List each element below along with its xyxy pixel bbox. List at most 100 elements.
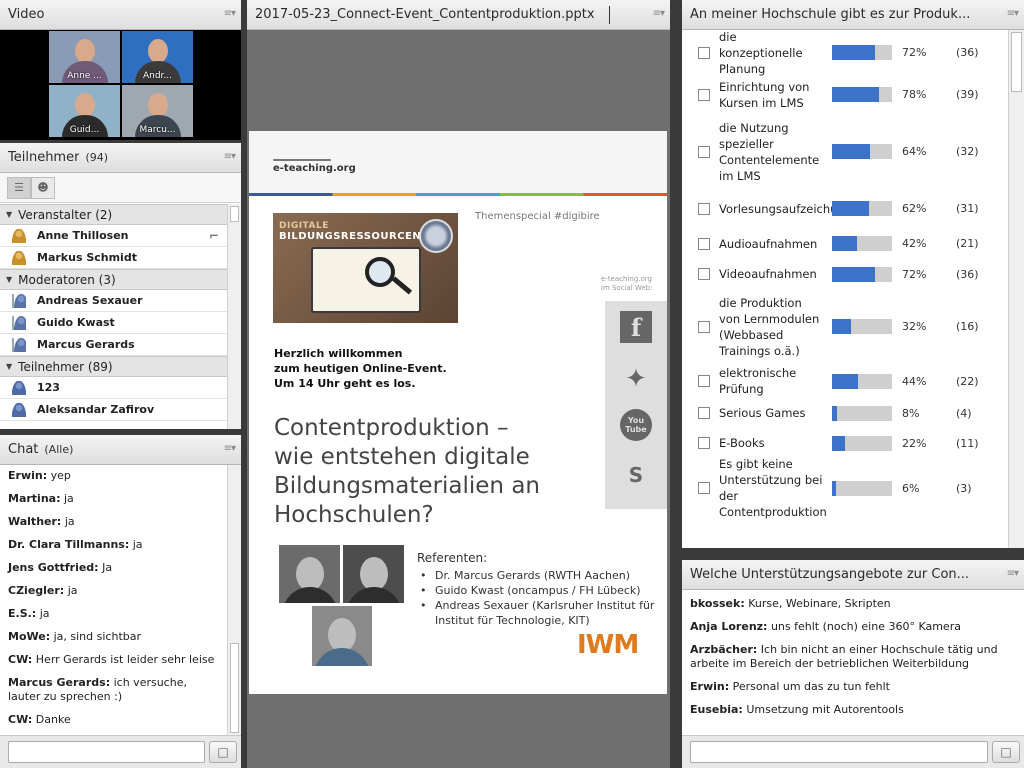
qa-chat-pod-title: Welche Unterstützungsangebote zur Con...	[690, 567, 970, 582]
answer-label: Vorlesungsaufzeichungen	[719, 201, 867, 216]
chat-message: Dr. Clara Tillmanns: ja	[8, 538, 227, 552]
attendees-pod-menu-icon[interactable]: ≡▾	[213, 151, 236, 165]
referents-title: Referenten:	[417, 551, 488, 565]
attendee-row[interactable]: Anne Thillosen ⌐	[0, 225, 227, 247]
status-view-icon[interactable]: ☻	[31, 176, 55, 199]
video-participant-name: Andr...	[142, 71, 173, 81]
chat-text: Umsetzung mit Autorentools	[746, 703, 904, 716]
poll-answer-row: Audioaufnahmen 42% (21)	[682, 228, 1008, 259]
qa-chat-messages: bkossek: Kurse, Webinare, Skripten Anja L…	[682, 590, 1024, 735]
answer-checkbox[interactable]	[698, 437, 710, 449]
chat-text: ja	[132, 538, 143, 551]
result-percent: 42%	[902, 237, 927, 250]
chat-text: ja	[67, 584, 78, 597]
chat-author: MoWe:	[8, 630, 51, 643]
poll-scrollbar[interactable]	[1008, 30, 1024, 548]
attendees-list: ▼ Veranstalter (2) Anne Thillosen ⌐ Markus S…	[0, 204, 227, 429]
attendee-row[interactable]: Marcus Gerards	[0, 334, 227, 356]
chat-scrollbar[interactable]	[227, 465, 241, 735]
answer-label: Serious Games	[719, 406, 806, 420]
host-icon	[12, 228, 26, 243]
video-tile[interactable]: Anne ...	[49, 31, 120, 83]
chat-author: CW:	[8, 713, 33, 726]
answer-checkbox[interactable]	[698, 145, 710, 158]
attendee-group-label: Moderatoren (3)	[18, 272, 116, 287]
video-participant-name: Anne ...	[67, 71, 102, 81]
attendee-row[interactable]: Markus Schmidt	[0, 247, 227, 269]
answer-checkbox[interactable]	[698, 320, 710, 333]
poll-answer-row: E-Books 22% (11)	[682, 428, 1008, 458]
slide-color-stripe	[249, 193, 667, 196]
slide-logo: e-teaching.org	[273, 163, 356, 174]
result-count: (32)	[956, 145, 979, 158]
qa-chat-pod-menu-icon[interactable]: ≡▾	[996, 568, 1019, 582]
chat-message: Martina: ja	[8, 492, 227, 506]
video-tile[interactable]: Guid...	[49, 85, 120, 137]
chat-author: Eusebia:	[690, 703, 743, 716]
result-bar	[832, 45, 892, 60]
attendee-name: Guido Kwast	[37, 316, 115, 329]
chat-pod-menu-icon[interactable]: ≡▾	[213, 443, 236, 457]
send-message-button[interactable]: □	[209, 741, 237, 763]
answer-checkbox[interactable]	[698, 88, 710, 101]
video-pod-menu-icon[interactable]: ≡▾	[213, 8, 236, 22]
result-count: (39)	[956, 88, 979, 101]
poll-answer-row: Es gibt keine Unterstützung bei der Cont…	[682, 457, 1008, 519]
host-icon	[12, 250, 26, 265]
attendee-row[interactable]: Guido Kwast	[0, 312, 227, 334]
header-divider	[608, 5, 610, 24]
answer-checkbox[interactable]	[698, 407, 710, 419]
qa-chat-message: bkossek: Kurse, Webinare, Skripten	[690, 597, 1016, 611]
attendee-row[interactable]: Andreas Sexauer	[0, 290, 227, 312]
qa-chat-input[interactable]	[690, 741, 988, 763]
welcome-line: zum heutigen Online-Event.	[274, 362, 447, 375]
list-view-icon[interactable]: ☰	[7, 176, 31, 199]
title-line: Bildungsmaterialien an	[274, 473, 540, 499]
chat-message: Marcus Gerards: ich versuche, lauter zu …	[8, 676, 227, 704]
chat-author: Dr. Clara Tillmanns:	[8, 538, 130, 551]
magnifier-icon	[365, 257, 395, 287]
presenter-icon	[12, 315, 26, 330]
chat-author: Jens Gottfried:	[8, 561, 99, 574]
result-bar	[832, 236, 892, 251]
presentation-slide: e-teaching.org DIGITALE BILDUNGSRESSOURC…	[249, 131, 667, 694]
slide-title: Contentproduktion – wie entstehen digital…	[274, 414, 540, 530]
attendees-scrollbar[interactable]	[227, 204, 241, 429]
answer-checkbox[interactable]	[698, 237, 710, 250]
attendee-group-header[interactable]: ▼ Teilnehmer (89)	[0, 356, 227, 377]
video-tile[interactable]: Marcu...	[122, 85, 193, 137]
chat-text: ja	[64, 515, 75, 528]
chat-pod-header: Chat (Alle) ≡▾	[0, 435, 241, 465]
answer-label: Audioaufnahmen	[719, 236, 818, 251]
attendee-group-header[interactable]: ▼ Moderatoren (3)	[0, 269, 227, 290]
answer-checkbox[interactable]	[698, 268, 710, 280]
chat-text: ja	[63, 492, 74, 505]
answer-checkbox[interactable]	[698, 46, 710, 59]
video-participant-name: Guid...	[69, 125, 100, 135]
answer-checkbox[interactable]	[698, 375, 710, 387]
attendee-name: Marcus Gerards	[37, 338, 135, 351]
attendee-row[interactable]: Aleksandar Zafirov	[0, 399, 227, 421]
collapse-triangle-icon[interactable]: ▼	[6, 275, 12, 284]
answer-checkbox[interactable]	[698, 482, 710, 494]
attendee-row[interactable]: 123	[0, 377, 227, 399]
video-tile[interactable]: Andr...	[122, 31, 193, 83]
share-pod-menu-icon[interactable]: ≡▾	[642, 8, 665, 22]
result-bar	[832, 201, 892, 216]
result-percent: 8%	[902, 406, 920, 420]
attendee-group-header[interactable]: ▼ Veranstalter (2)	[0, 204, 227, 225]
qa-send-button[interactable]: □	[992, 741, 1020, 763]
disc-icon	[419, 219, 453, 253]
chat-input[interactable]	[8, 741, 205, 763]
collapse-triangle-icon[interactable]: ▼	[6, 362, 12, 371]
answer-checkbox[interactable]	[698, 202, 710, 215]
chat-text: Herr Gerards ist leider sehr leise	[35, 653, 215, 666]
video-pod-title: Video	[8, 7, 45, 22]
poll-pod-menu-icon[interactable]: ≡▾	[996, 8, 1019, 22]
result-percent: 44%	[902, 374, 927, 388]
collapse-triangle-icon[interactable]: ▼	[6, 210, 12, 219]
chat-author: CZiegler:	[8, 584, 65, 597]
participant-face	[74, 39, 95, 63]
result-bar-fill	[832, 319, 852, 334]
result-count: (3)	[956, 481, 972, 495]
